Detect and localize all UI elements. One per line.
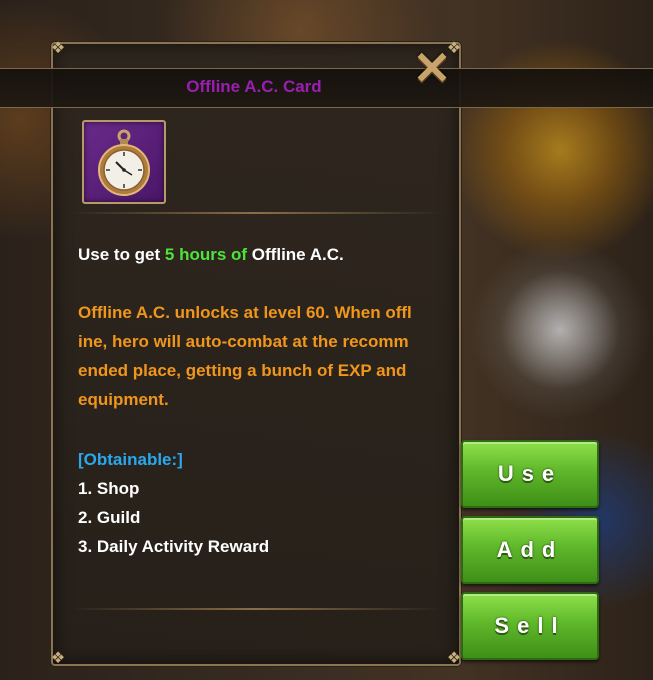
usage-prefix: Use to get <box>78 245 165 264</box>
corner-ornament-icon: ❖ <box>50 650 66 667</box>
list-item: 2. Guild <box>78 508 141 527</box>
usage-text: Use to get 5 hours of Offline A.C. <box>78 240 438 269</box>
close-icon: ✕ <box>412 42 452 94</box>
add-button[interactable]: Add <box>461 516 599 584</box>
item-slot <box>82 120 166 204</box>
usage-suffix: Offline A.C. <box>247 245 344 264</box>
divider <box>70 212 440 214</box>
description-line: Offline A.C. unlocks at level 60. When o… <box>78 303 412 322</box>
divider <box>70 608 440 610</box>
corner-ornament-icon: ❖ <box>50 40 66 57</box>
sell-button[interactable]: Sell <box>461 592 599 660</box>
dialog-title: Offline A.C. Card <box>186 77 322 96</box>
list-item: 3. Daily Activity Reward <box>78 537 270 556</box>
item-description: Offline A.C. unlocks at level 60. When o… <box>78 298 438 414</box>
usage-duration: 5 hours of <box>164 245 248 264</box>
use-button[interactable]: Use <box>461 440 599 508</box>
description-line: ended place, getting a bunch of EXP and <box>78 361 407 380</box>
close-button[interactable]: ✕ <box>410 42 454 94</box>
obtainable-header: [Obtainable:] <box>78 450 183 469</box>
pocket-watch-icon <box>98 129 150 196</box>
description-line: ine, hero will auto-combat at the recomm <box>78 332 409 351</box>
description-line: equipment. <box>78 390 169 409</box>
list-item: 1. Shop <box>78 479 140 498</box>
obtainable-list: 1. Shop 2. Guild 3. Daily Activity Rewar… <box>78 474 438 561</box>
